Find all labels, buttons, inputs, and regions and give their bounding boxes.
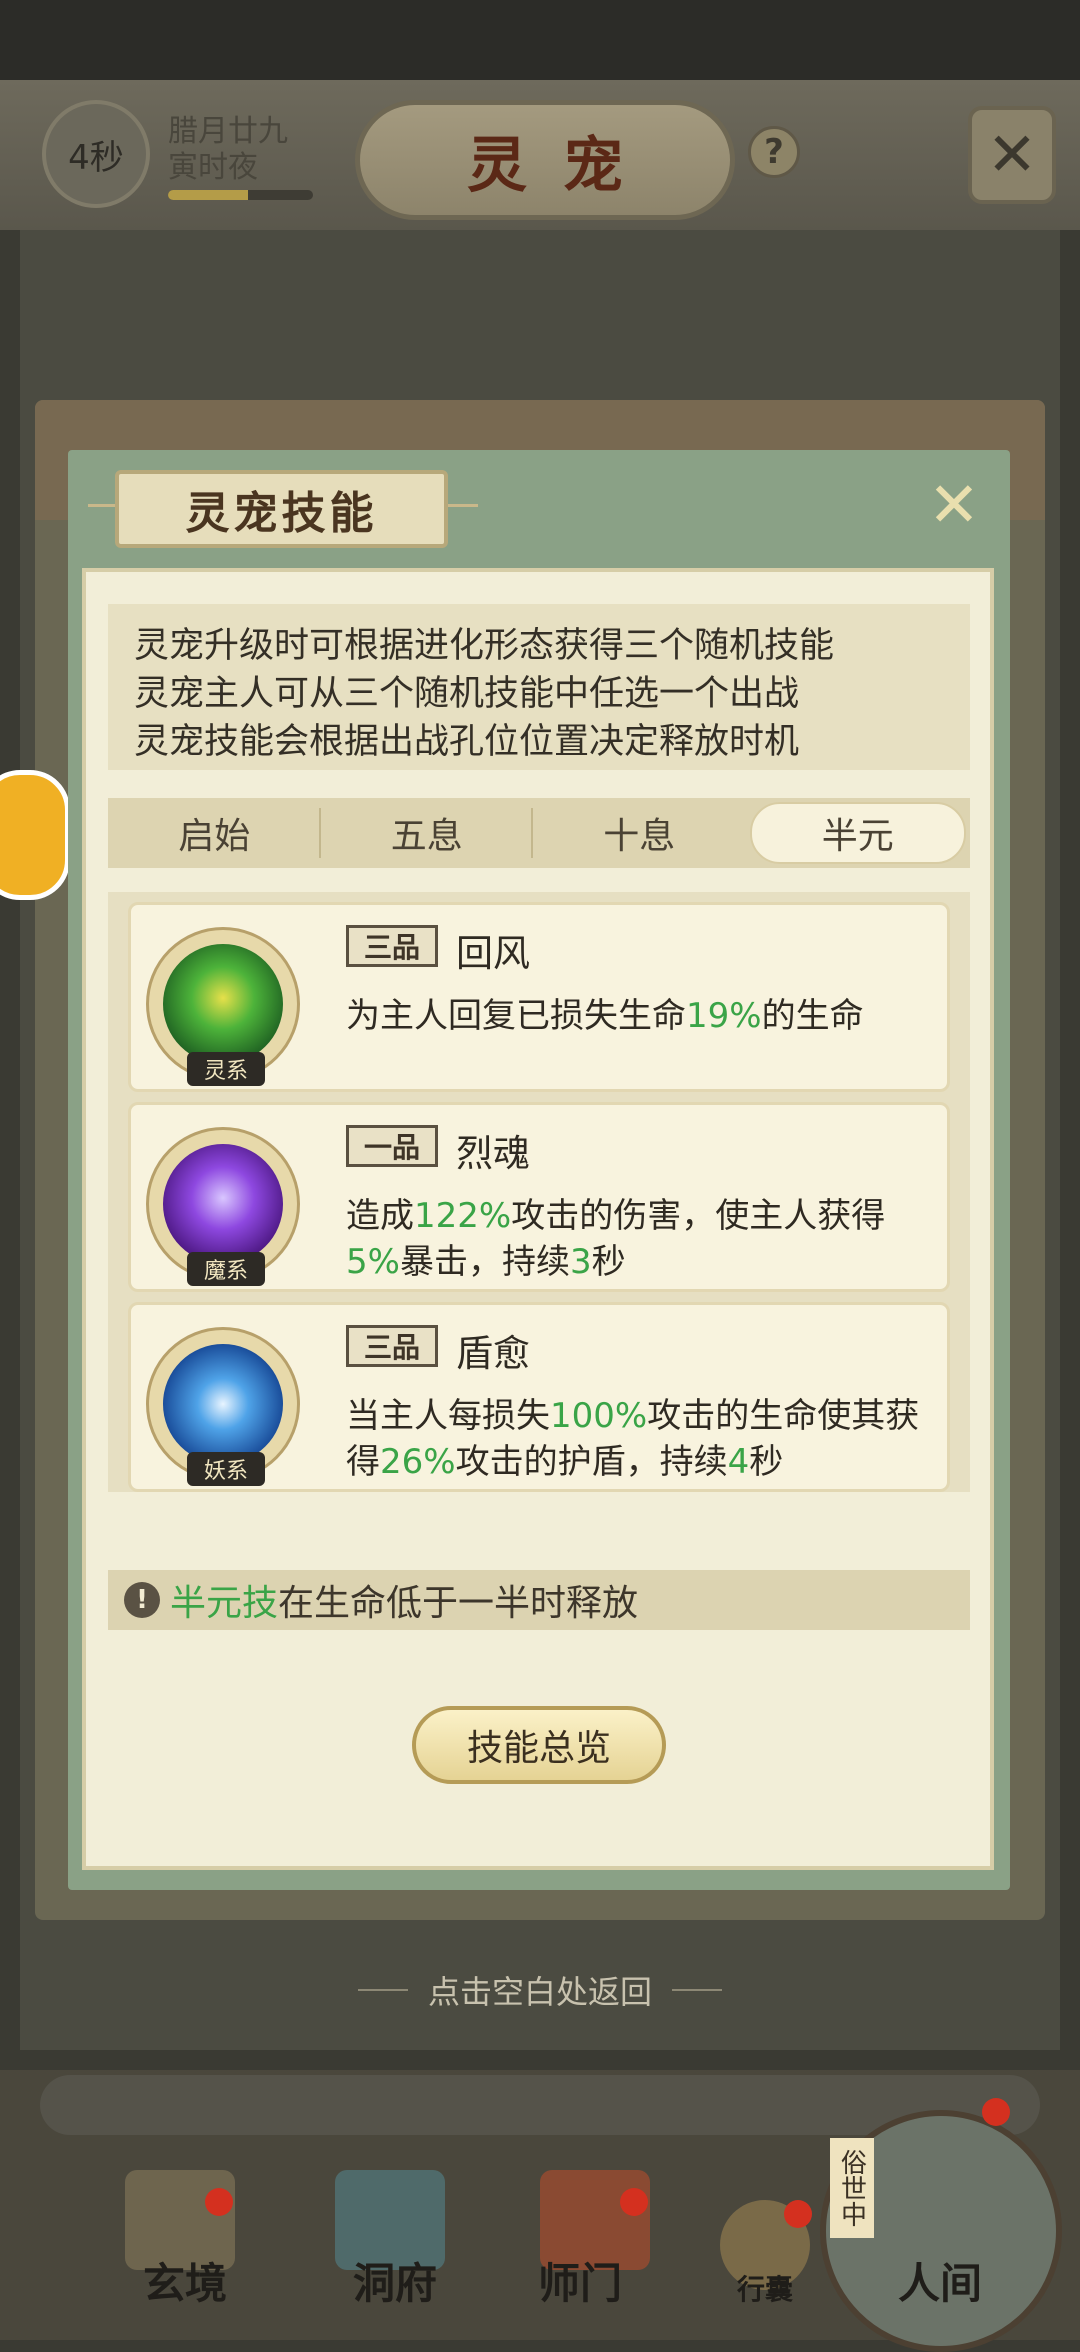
nav-xuanjing[interactable]: 玄境 <box>115 2250 255 2311</box>
skill-name: 烈魂 <box>456 1132 530 1175</box>
demon-skill-icon <box>163 1144 283 1264</box>
tab-ten-breaths[interactable]: 十息 <box>533 798 746 868</box>
grade-badge: 一品 <box>346 1125 438 1167</box>
nav-shimen[interactable]: 师门 <box>510 2250 650 2311</box>
timing-tabs: 启始 五息 十息 半元 <box>108 798 970 868</box>
help-icon[interactable]: ? <box>748 126 800 178</box>
notification-badge <box>620 2188 648 2216</box>
title-ornament-left <box>88 504 118 507</box>
tip-highlight: 半元技 <box>170 1583 279 1624</box>
page-title-plate: 灵宠 <box>355 100 735 220</box>
skill-list: 灵系 三品 回风 为主人回复已损失生命19%的生命 魔系 一品 烈魂 造成122… <box>108 892 970 1492</box>
skill-card[interactable]: 灵系 三品 回风 为主人回复已损失生命19%的生命 <box>128 902 950 1092</box>
close-page-button[interactable]: ✕ <box>968 106 1056 204</box>
tap-blank-to-return[interactable]: 点击空白处返回 <box>0 1960 1080 2020</box>
grade-badge: 三品 <box>346 1325 438 1367</box>
skill-card[interactable]: 魔系 一品 烈魂 造成122%攻击的伤害，使主人获得5%暴击，持续3秒 <box>128 1102 950 1292</box>
skill-name: 回风 <box>456 932 530 975</box>
element-tag: 魔系 <box>187 1252 265 1286</box>
shield-skill-icon <box>163 1344 283 1464</box>
back-hint-text: 点击空白处返回 <box>427 1973 652 2011</box>
time-progress-bar <box>168 190 313 200</box>
skill-description: 为主人回复已损失生命19%的生命 <box>346 996 864 1036</box>
tab-start[interactable]: 启始 <box>108 798 321 868</box>
wind-skill-icon <box>163 944 283 1064</box>
intro-text: 灵宠升级时可根据进化形态获得三个随机技能 灵宠主人可从三个随机技能中任选一个出战… <box>108 604 970 770</box>
dialog-close-icon[interactable]: ✕ <box>920 468 988 541</box>
intro-line: 灵宠主人可从三个随机技能中任选一个出战 <box>134 674 800 714</box>
dialog-title: 灵宠技能 <box>115 470 448 548</box>
element-tag: 灵系 <box>187 1052 265 1086</box>
skill-icon-frame: 魔系 <box>146 1127 300 1286</box>
skill-overview-button[interactable]: 技能总览 <box>412 1706 666 1784</box>
intro-line: 灵宠技能会根据出战孔位位置决定释放时机 <box>134 722 800 762</box>
hint-ornament-right <box>672 1989 722 1991</box>
timer-badge: 4秒 <box>42 100 150 208</box>
info-icon: ! <box>124 1582 160 1618</box>
skill-description: 当主人每损失100%攻击的生命使其获得26%攻击的护盾，持续4秒 <box>346 1396 920 1482</box>
skill-icon-frame: 妖系 <box>146 1327 300 1486</box>
intro-line: 灵宠升级时可根据进化形态获得三个随机技能 <box>134 626 835 666</box>
tab-half-yuan[interactable]: 半元 <box>749 802 966 864</box>
notification-badge <box>205 2188 233 2216</box>
status-strip <box>0 0 1080 80</box>
nav-renjian[interactable]: 人间 <box>870 2250 1010 2311</box>
tip-text: 在生命低于一半时释放 <box>278 1583 639 1624</box>
skill-name: 盾愈 <box>456 1332 530 1375</box>
skill-description: 造成122%攻击的伤害，使主人获得5%暴击，持续3秒 <box>346 1196 886 1282</box>
time-progress-fill <box>168 190 248 200</box>
skill-icon-frame: 灵系 <box>146 927 300 1086</box>
skill-card[interactable]: 妖系 三品 盾愈 当主人每损失100%攻击的生命使其获得26%攻击的护盾，持续4… <box>128 1302 950 1492</box>
element-tag: 妖系 <box>187 1452 265 1486</box>
page-title: 灵宠 <box>467 130 659 201</box>
world-status-label: 俗世中 <box>830 2138 874 2238</box>
time-of-day: 寅时夜 <box>168 150 258 185</box>
nav-xingnang[interactable]: 行囊 <box>695 2268 835 2308</box>
nav-dongfu[interactable]: 洞府 <box>325 2250 465 2311</box>
notification-badge <box>784 2200 812 2228</box>
notification-badge <box>982 2098 1010 2126</box>
timing-tip: ! 半元技 在生命低于一半时释放 <box>108 1570 970 1630</box>
grade-badge: 三品 <box>346 925 438 967</box>
side-float-button[interactable] <box>0 770 70 900</box>
tab-five-breaths[interactable]: 五息 <box>321 798 534 868</box>
hint-ornament-left <box>357 1989 408 1991</box>
